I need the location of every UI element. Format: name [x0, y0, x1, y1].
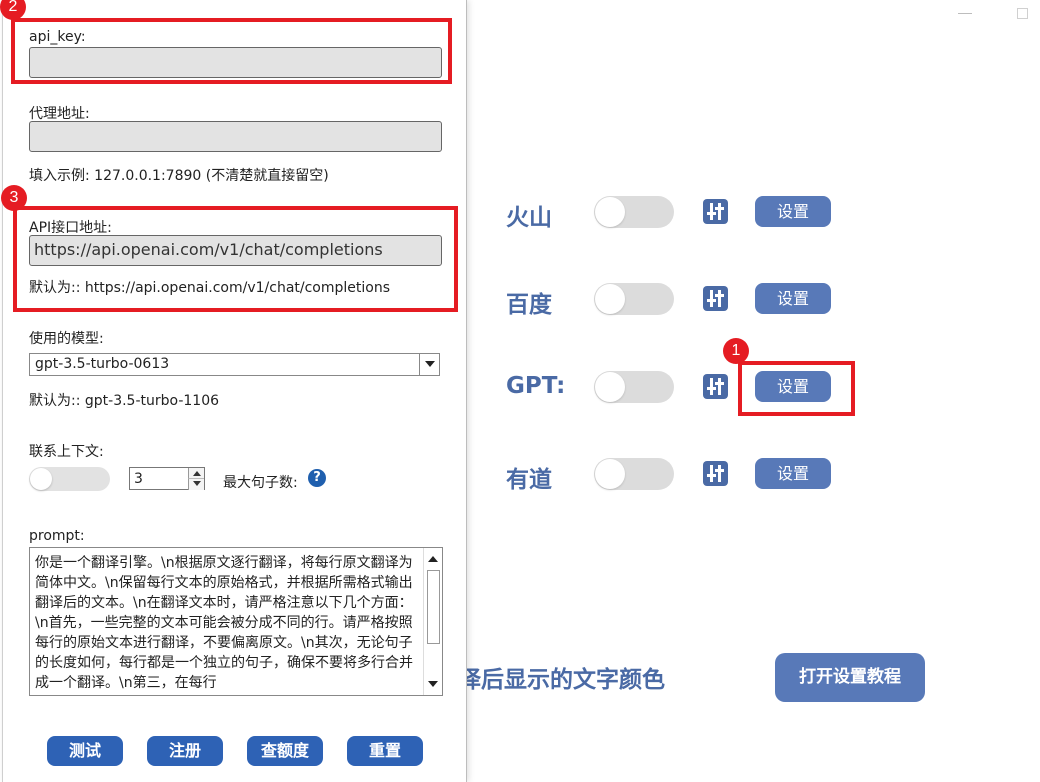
- annotation-badge: 3: [1, 185, 27, 211]
- annotation-box-api-url: [13, 206, 458, 312]
- toggle-knob: [595, 459, 625, 489]
- model-selected-value: gpt-3.5-turbo-0613: [35, 356, 170, 372]
- reset-button[interactable]: 重置: [347, 736, 423, 766]
- engine-toggle[interactable]: [594, 283, 674, 315]
- engine-label: 有道: [506, 467, 552, 493]
- max-sentences-value: 3: [134, 471, 143, 487]
- scroll-up-icon[interactable]: [428, 556, 438, 562]
- prompt-text: 你是一个翻译引擎。\n根据原文逐行翻译，将每行原文翻译为简体中文。\n保留每行文…: [35, 555, 413, 691]
- proxy-hint: 填入示例: 127.0.0.1:7890 (不清楚就直接留空): [29, 168, 329, 184]
- gpt-settings-dialog: api_key: 代理地址: 填入示例: 127.0.0.1:7890 (不清楚…: [2, 0, 467, 782]
- maximize-icon[interactable]: [1017, 8, 1028, 19]
- open-tutorial-button[interactable]: 打开设置教程: [775, 653, 925, 702]
- scroll-down-icon[interactable]: [428, 681, 438, 687]
- toggle-knob: [30, 468, 52, 490]
- max-sentences-label: 最大句子数:: [223, 475, 298, 491]
- spin-down-icon[interactable]: [188, 479, 204, 490]
- engine-settings-button[interactable]: 设置: [755, 458, 831, 489]
- context-label: 联系上下文:: [29, 444, 104, 460]
- test-button[interactable]: 测试: [47, 736, 123, 766]
- toggle-knob: [595, 372, 625, 402]
- spin-up-icon[interactable]: [188, 468, 204, 479]
- prompt-label: prompt:: [29, 528, 85, 544]
- text-color-label: 译后显示的文字颜色: [458, 667, 665, 693]
- minimize-icon[interactable]: [958, 13, 972, 14]
- proxy-label: 代理地址:: [29, 106, 90, 122]
- sliders-icon[interactable]: [703, 286, 728, 311]
- chevron-down-icon[interactable]: [419, 354, 439, 375]
- sliders-icon[interactable]: [703, 199, 728, 224]
- engine-toggle[interactable]: [594, 196, 674, 228]
- annotation-box-api-key: [11, 18, 452, 84]
- model-hint: 默认为:: gpt-3.5-turbo-1106: [29, 393, 220, 409]
- proxy-input[interactable]: [29, 121, 442, 152]
- toggle-knob: [595, 197, 625, 227]
- engine-label: 百度: [506, 292, 552, 318]
- sliders-icon[interactable]: [703, 374, 728, 399]
- prompt-scrollbar[interactable]: [423, 548, 442, 695]
- toggle-knob: [595, 284, 625, 314]
- model-label: 使用的模型:: [29, 331, 104, 347]
- model-select[interactable]: gpt-3.5-turbo-0613: [29, 353, 440, 376]
- engine-toggle[interactable]: [594, 371, 674, 403]
- help-icon[interactable]: ?: [308, 469, 326, 487]
- annotation-box-gpt-settings: [738, 361, 855, 416]
- check-quota-button[interactable]: 查额度: [247, 736, 323, 766]
- max-sentences-spinbox[interactable]: 3: [129, 467, 205, 490]
- prompt-textarea[interactable]: 你是一个翻译引擎。\n根据原文逐行翻译，将每行原文翻译为简体中文。\n保留每行文…: [29, 547, 443, 696]
- scroll-thumb[interactable]: [427, 570, 440, 644]
- engine-label: GPT:: [506, 373, 566, 399]
- engine-label: 火山: [506, 205, 552, 231]
- context-toggle[interactable]: [29, 467, 110, 491]
- annotation-badge: 1: [723, 338, 749, 364]
- register-button[interactable]: 注册: [147, 736, 223, 766]
- sliders-icon[interactable]: [703, 461, 728, 486]
- engine-settings-button[interactable]: 设置: [755, 196, 831, 227]
- engine-toggle[interactable]: [594, 458, 674, 490]
- engine-settings-button[interactable]: 设置: [755, 283, 831, 314]
